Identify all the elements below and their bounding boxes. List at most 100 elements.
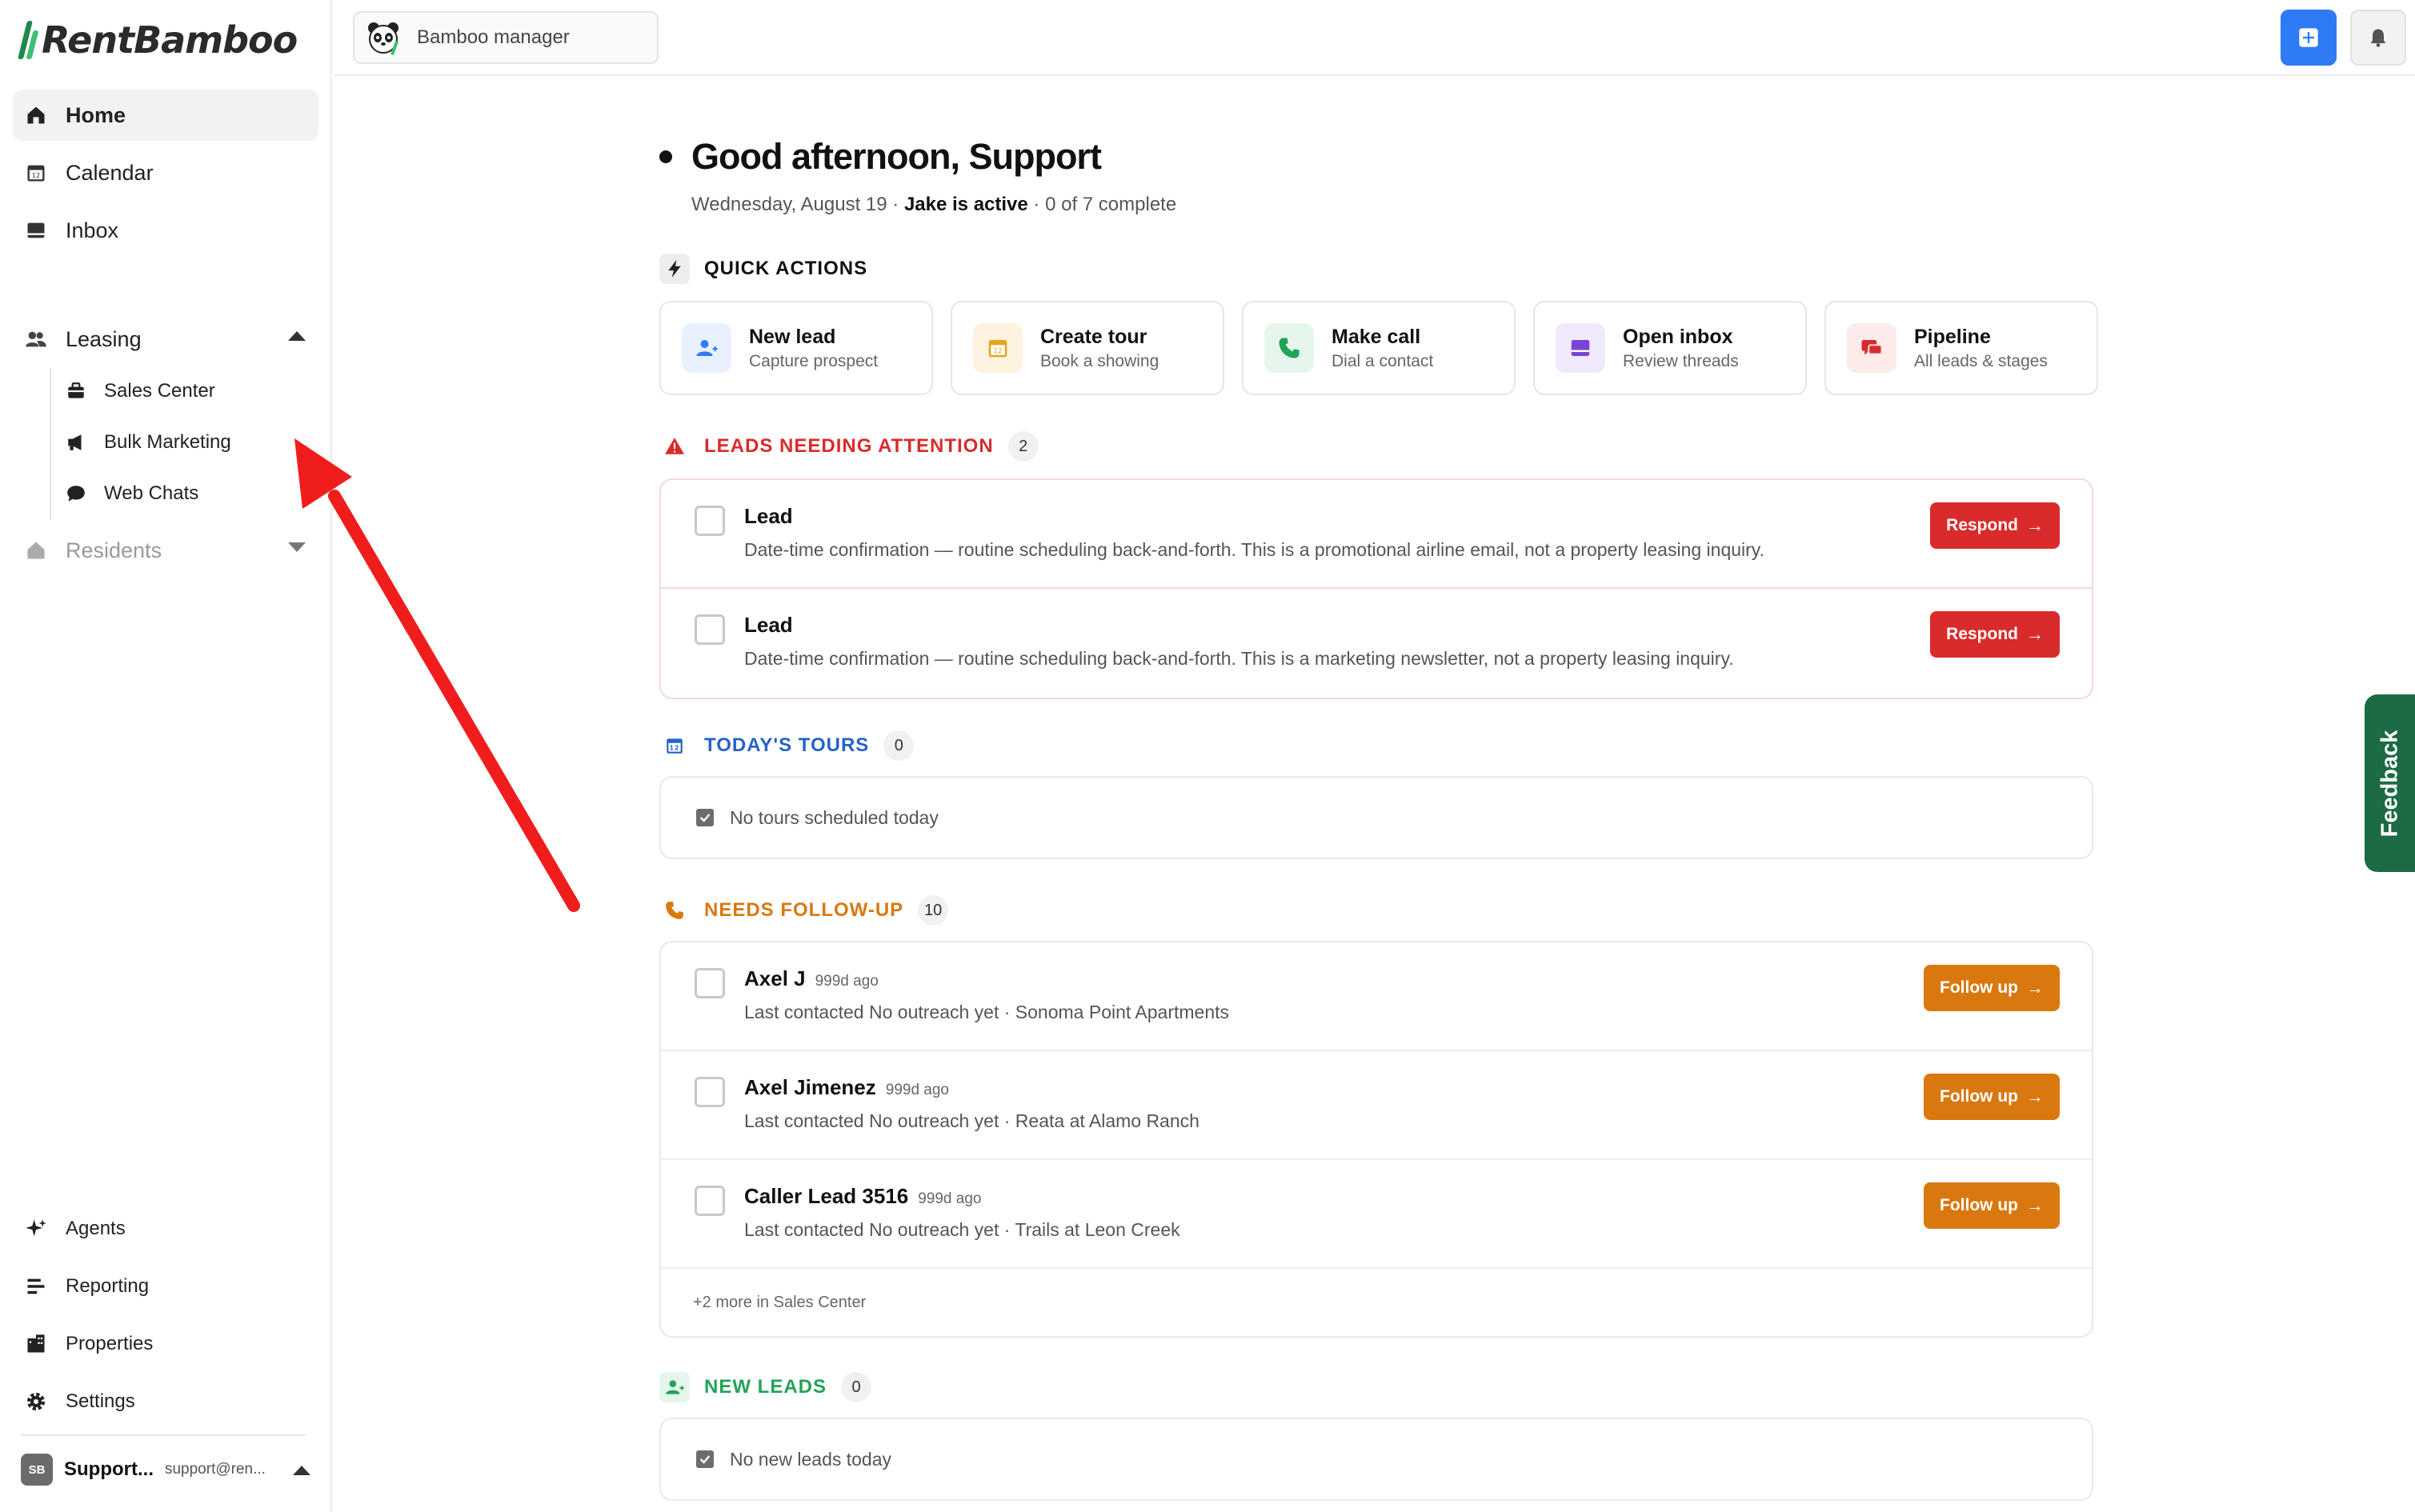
quick-action-subtitle: Book a showing [1040,351,1159,370]
follow-up-list: Axel J 999d ago Last contacted No outreac… [659,941,2093,1338]
submenu-guide-line [50,368,51,520]
sidebar-item-agents[interactable]: Agents [13,1203,318,1254]
quick-action-title: Make call [1332,325,1421,348]
sidebar-item-bulk-marketing[interactable]: Bulk Marketing [64,422,231,462]
sidebar-group-label: Residents [66,538,162,562]
plus-icon [2299,28,2318,47]
sidebar-item-properties[interactable]: Properties [13,1318,318,1370]
quick-action-create-tour[interactable]: 12 Create tour Book a showing [951,301,1224,395]
svg-text:12: 12 [670,744,680,751]
user-name: Support... [64,1458,154,1480]
create-button[interactable] [2281,10,2337,66]
quick-action-make-call[interactable]: Make call Dial a contact [1242,301,1516,395]
row-checkbox[interactable] [695,506,725,536]
sidebar-item-sales-center[interactable]: Sales Center [64,371,215,411]
sidebar-item-reporting[interactable]: Reporting [13,1261,318,1312]
chevron-up-icon[interactable] [293,1466,310,1475]
lead-description: Last contacted No outreach yet · Reata a… [744,1110,1199,1131]
chat-bubble-icon [64,482,88,506]
respond-button[interactable]: Respond → [1930,502,2060,549]
count-badge: 0 [841,1372,871,1402]
lead-title: Caller Lead 3516 999d ago [744,1184,981,1209]
sparkle-icon [24,1217,48,1241]
quick-action-title: Pipeline [1914,325,1991,348]
sidebar-group-leasing[interactable]: Leasing [13,314,318,365]
follow-up-button[interactable]: Follow up → [1924,1074,2060,1120]
button-label: Respond [1946,625,2018,643]
section-title: NEEDS FOLLOW-UP [704,899,904,921]
respond-button[interactable]: Respond → [1930,611,2060,658]
brand-logo[interactable]: RentBamboo [18,16,298,64]
phone-icon [1264,323,1314,373]
more-in-sales-center-link[interactable]: +2 more in Sales Center [661,1269,2092,1336]
phone-icon [659,895,690,926]
user-email: support@ren... [164,1461,266,1478]
last-activity-age: 999d ago [815,973,879,990]
row-checkbox[interactable] [695,1077,725,1107]
sidebar-item-home[interactable]: Home [13,90,318,141]
sidebar-item-label: Inbox [66,218,119,242]
lead-description: Last contacted No outreach yet · Sonoma … [744,1002,1230,1022]
avatar: SB [21,1454,53,1486]
current-date: Wednesday, August 19 [691,194,887,215]
follow-up-button[interactable]: Follow up → [1924,965,2060,1011]
count-badge: 2 [1007,431,1039,462]
row-checkbox[interactable] [695,1186,725,1216]
quick-actions: New lead Capture prospect 12 Create tour B… [659,301,2098,395]
quick-actions-header: QUICK ACTIONS [659,253,867,285]
greeting: Good afternoon, Support [659,136,1102,178]
count-badge: 0 [883,730,915,761]
arrow-right-icon: → [2026,624,2044,644]
lead-title: Axel J 999d ago [744,966,879,991]
todays-tours-list: No tours scheduled today [659,776,2093,859]
chevron-up-icon[interactable] [288,331,306,341]
list-item: Axel Jimenez 999d ago Last contacted No o… [661,1051,2092,1160]
button-label: Follow up [1940,1196,2018,1214]
sidebar-item-settings[interactable]: Settings [13,1376,318,1427]
checkbox-checked-icon [696,809,714,826]
last-activity-age: 999d ago [885,1082,949,1098]
button-label: Follow up [1940,1087,2018,1106]
sidebar-item-calendar[interactable]: 12 Calendar [13,147,318,198]
row-checkbox[interactable] [695,614,725,645]
chevron-down-icon[interactable] [288,542,306,552]
todays-tours-header: 12 TODAY'S TOURS 0 [659,730,915,762]
follow-up-button[interactable]: Follow up → [1924,1182,2060,1229]
button-label: Follow up [1940,978,2018,997]
user-menu[interactable]: SB Support... support@ren... [21,1450,310,1490]
feedback-tab[interactable]: Feedback [2365,694,2415,872]
sidebar-item-inbox[interactable]: Inbox [13,205,318,256]
lead-title: Axel Jimenez 999d ago [744,1075,949,1100]
top-bar: Bamboo manager [334,0,2415,76]
section-title: NEW LEADS [704,1376,827,1398]
account-switcher[interactable]: Bamboo manager [353,11,659,64]
sidebar-group-residents[interactable]: Residents [13,525,318,576]
lead-name: Axel Jimenez [744,1075,876,1099]
annotation-arrow-shaft [328,490,580,912]
leads-attention-header: LEADS NEEDING ATTENTION 2 [659,430,1039,462]
sidebar-item-label: Settings [66,1390,135,1412]
quick-action-pipeline[interactable]: Pipeline All leads & stages [1824,301,2098,395]
follow-up-header: NEEDS FOLLOW-UP 10 [659,894,949,926]
section-title: TODAY'S TOURS [704,734,870,756]
briefcase-icon [64,379,88,403]
svg-text:12: 12 [32,171,40,179]
quick-action-new-lead[interactable]: New lead Capture prospect [659,301,933,395]
sidebar-item-label: Calendar [66,160,154,185]
status-dot-icon [659,150,672,163]
sidebar-item-web-chats[interactable]: Web Chats [64,474,198,514]
panda-avatar-icon [364,18,402,57]
notifications-button[interactable] [2350,10,2406,66]
empty-state-text: No new leads today [730,1448,892,1470]
list-item: Axel J 999d ago Last contacted No outreac… [661,942,2092,1051]
last-activity-age: 999d ago [918,1190,982,1207]
lead-description: Date-time confirmation — routine schedul… [744,648,1734,669]
new-leads-list: No new leads today [659,1418,2093,1501]
bars-icon [24,1274,48,1298]
lead-description: Last contacted No outreach yet · Trails … [744,1219,1180,1240]
list-item: Lead Date-time confirmation — routine sc… [661,480,2092,589]
quick-action-title: Open inbox [1623,325,1733,348]
row-checkbox[interactable] [695,968,725,998]
quick-action-open-inbox[interactable]: Open inbox Review threads [1533,301,1807,395]
new-leads-header: NEW LEADS 0 [659,1371,871,1403]
